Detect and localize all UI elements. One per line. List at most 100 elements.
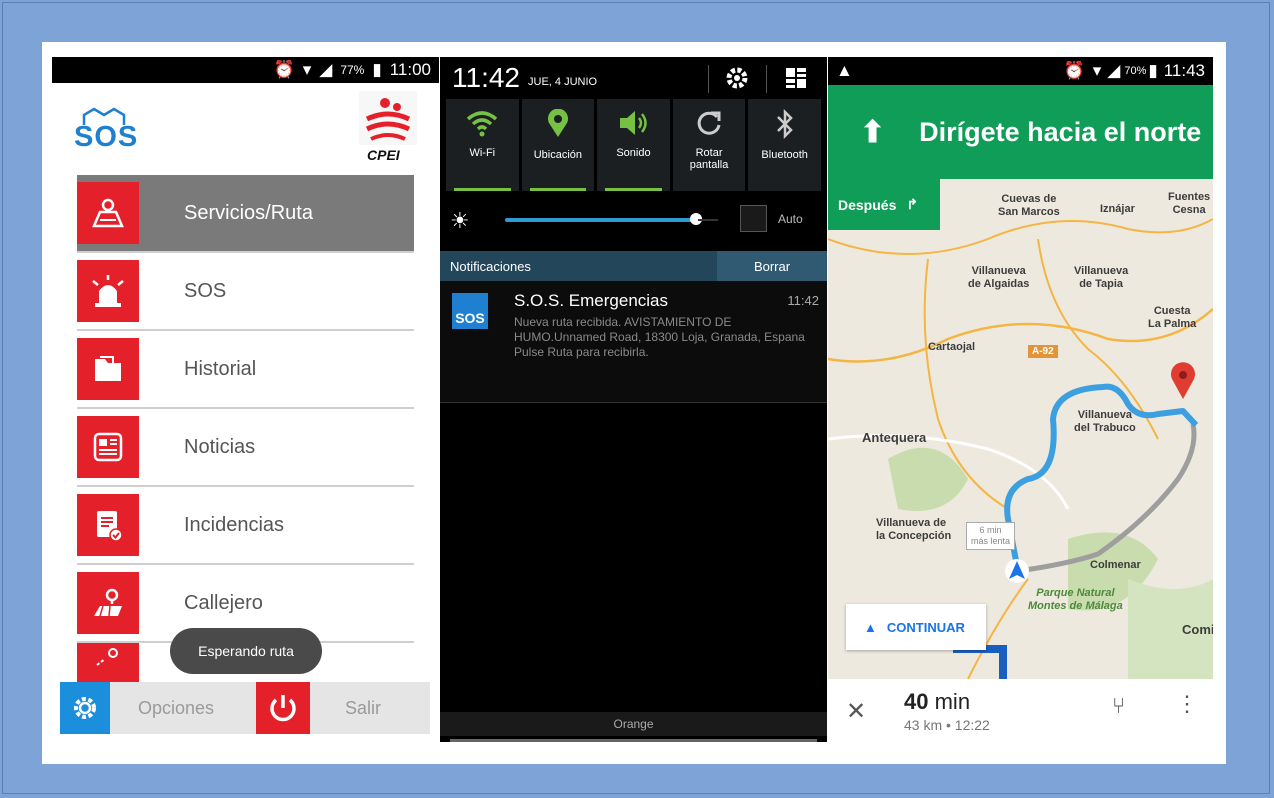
menu-item-label: Callejero bbox=[184, 591, 263, 614]
bluetooth-icon bbox=[776, 109, 793, 139]
tile-label: Wi-Fi bbox=[469, 147, 496, 159]
battery-icon: ▮ bbox=[372, 60, 382, 79]
turn-right-icon: ↱ bbox=[906, 196, 919, 212]
close-icon[interactable]: ✕ bbox=[846, 697, 866, 726]
quick-settings: Wi-Fi Ubicación Sonido Rotar pantalla Bl… bbox=[440, 99, 827, 191]
drag-handle[interactable] bbox=[450, 739, 817, 742]
battery-level: 70% bbox=[1124, 65, 1147, 77]
menu-item-sos[interactable]: SOS bbox=[77, 253, 414, 331]
place-label: Fuentes Cesna bbox=[1168, 191, 1211, 216]
toggle-wifi[interactable]: Wi-Fi bbox=[446, 99, 519, 191]
brightness-slider[interactable] bbox=[505, 213, 702, 225]
alternate-routes-icon[interactable]: ⑂ bbox=[1112, 693, 1125, 719]
tile-label: Bluetooth bbox=[761, 149, 808, 161]
park-label: Parque Natural Montes de Málaga bbox=[1028, 587, 1123, 612]
status-bar: ▲ ⏰ ▾ ◢ 70% ▮ 11:43 bbox=[828, 57, 1213, 85]
menu-item-label: Incidencias bbox=[184, 513, 285, 536]
continue-button[interactable]: ▲ CONTINUAR bbox=[846, 604, 986, 650]
settings-gear-icon[interactable] bbox=[60, 682, 110, 734]
toggle-rotate[interactable]: Rotar pantalla bbox=[672, 99, 746, 191]
clear-button[interactable]: Borrar bbox=[717, 251, 827, 281]
quick-settings-grid-icon[interactable] bbox=[785, 67, 807, 89]
folder-icon bbox=[77, 338, 139, 400]
menu-item-label: Noticias bbox=[184, 435, 256, 458]
place-label: Cuevas de San Marcos bbox=[998, 193, 1060, 218]
tile-label: Ubicación bbox=[533, 149, 583, 161]
wifi-icon: ▾ bbox=[1092, 61, 1102, 80]
options-button[interactable]: Opciones bbox=[138, 698, 248, 719]
wifi-icon: ▾ bbox=[302, 60, 312, 79]
toast-message: Esperando ruta bbox=[170, 628, 322, 674]
menu-item-label: Historial bbox=[184, 357, 257, 380]
place-label: Villanueva de Tapia bbox=[1074, 265, 1129, 290]
menu-item-noticias[interactable]: Noticias bbox=[77, 409, 414, 487]
place-label: Villanueva del Trabuco bbox=[1074, 409, 1136, 434]
alarm-icon: ⏰ bbox=[1063, 61, 1085, 80]
toggle-bluetooth[interactable]: Bluetooth bbox=[748, 99, 821, 191]
place-label: Comi bbox=[1182, 622, 1213, 637]
clock: 11:42 bbox=[452, 62, 520, 93]
road-shield: A-92 bbox=[1028, 345, 1058, 358]
auto-brightness-checkbox[interactable] bbox=[740, 205, 767, 232]
sos-app-icon: SOS bbox=[452, 293, 488, 329]
next-turn-chip[interactable]: Después ↱ bbox=[828, 179, 940, 230]
toggle-sound[interactable]: Sonido bbox=[597, 99, 670, 191]
route-icon bbox=[77, 643, 139, 683]
slider-track bbox=[698, 219, 718, 221]
sos-app-icon-text: SOS bbox=[455, 310, 485, 326]
continue-label: CONTINUAR bbox=[886, 619, 965, 635]
signal-icon: ◢ bbox=[319, 60, 333, 79]
toggle-location[interactable]: Ubicación bbox=[521, 99, 595, 191]
main-menu: Servicios/Ruta SOS Historial Noticias In… bbox=[77, 175, 414, 683]
app-header: SOS CPEI bbox=[52, 83, 439, 175]
carrier-bar: Orange bbox=[440, 712, 827, 736]
menu-item-label: SOS bbox=[184, 279, 227, 302]
cpei-emblem-icon bbox=[359, 91, 417, 145]
eta-distance: 43 km • 12:22 bbox=[904, 717, 990, 733]
notification-title: S.O.S. Emergencias bbox=[514, 291, 669, 310]
settings-gear-icon[interactable] bbox=[724, 65, 750, 91]
divider bbox=[708, 65, 709, 93]
menu-item-historial[interactable]: Historial bbox=[77, 331, 414, 409]
speaker-icon bbox=[620, 111, 648, 135]
menu-item-incidencias[interactable]: Incidencias bbox=[77, 487, 414, 565]
sos-logo-text: SOS bbox=[74, 121, 139, 153]
date: JUE, 4 JUNIO bbox=[528, 76, 598, 88]
alarm-icon: ⏰ bbox=[273, 60, 295, 79]
alternate-route-tag[interactable]: 6 min más lenta bbox=[966, 522, 1016, 550]
place-label: Villanueva de Algaidas bbox=[968, 265, 1030, 290]
status-time: 11:43 bbox=[1163, 61, 1205, 80]
shade-header: 11:42 JUE, 4 JUNIO bbox=[440, 57, 827, 99]
clipboard-check-icon bbox=[77, 494, 139, 556]
map-route-icon bbox=[77, 182, 139, 244]
street-map-icon bbox=[77, 572, 139, 634]
more-options-icon[interactable]: ⋮ bbox=[1176, 691, 1198, 717]
divider bbox=[766, 65, 767, 93]
status-time: 11:00 bbox=[389, 60, 431, 79]
notification-shade: 11:42 JUE, 4 JUNIO Wi-Fi Ubicación Sonid… bbox=[440, 57, 827, 742]
instruction-text: Dirígete hacia el norte bbox=[919, 116, 1202, 147]
notification-body: Nueva ruta recibida. AVISTAMIENTO DE HUM… bbox=[514, 315, 805, 359]
cpei-label: CPEI bbox=[367, 147, 400, 163]
place-label: Cartaojal bbox=[928, 341, 976, 353]
eta-panel: ✕ 40 min 43 km • 12:22 ⑂ ⋮ bbox=[828, 679, 1213, 743]
signal-icon: ◢ bbox=[1107, 61, 1121, 80]
notifications-title: Notificaciones bbox=[450, 258, 531, 274]
menu-item-servicios-ruta[interactable]: Servicios/Ruta bbox=[77, 175, 414, 253]
auto-label: Auto bbox=[778, 212, 803, 226]
notification-time: 11:42 bbox=[787, 293, 819, 308]
exit-button[interactable]: Salir bbox=[345, 698, 381, 719]
place-label: Antequera bbox=[862, 430, 927, 445]
brightness-icon: ☀ bbox=[450, 208, 470, 233]
menu-item-label: Servicios/Ruta bbox=[184, 201, 313, 224]
brightness-row: ☀ Auto bbox=[440, 191, 827, 251]
sos-app-screen: ⏰ ▾ ◢ 77% ▮ 11:00 SOS CPEI Servicios/Rut… bbox=[52, 57, 439, 739]
navigation-status-icon: ▲ bbox=[836, 61, 853, 80]
power-icon[interactable] bbox=[256, 682, 310, 734]
place-label: Cuesta La Palma bbox=[1148, 305, 1197, 330]
battery-level: 77% bbox=[340, 63, 365, 77]
location-pin-icon bbox=[547, 109, 568, 137]
turn-instruction-banner[interactable]: ⬆ Dirígete hacia el norte bbox=[828, 85, 1213, 179]
notification-item[interactable]: SOS S.O.S. Emergencias 11:42 Nueva ruta … bbox=[440, 281, 827, 403]
news-icon bbox=[77, 416, 139, 478]
